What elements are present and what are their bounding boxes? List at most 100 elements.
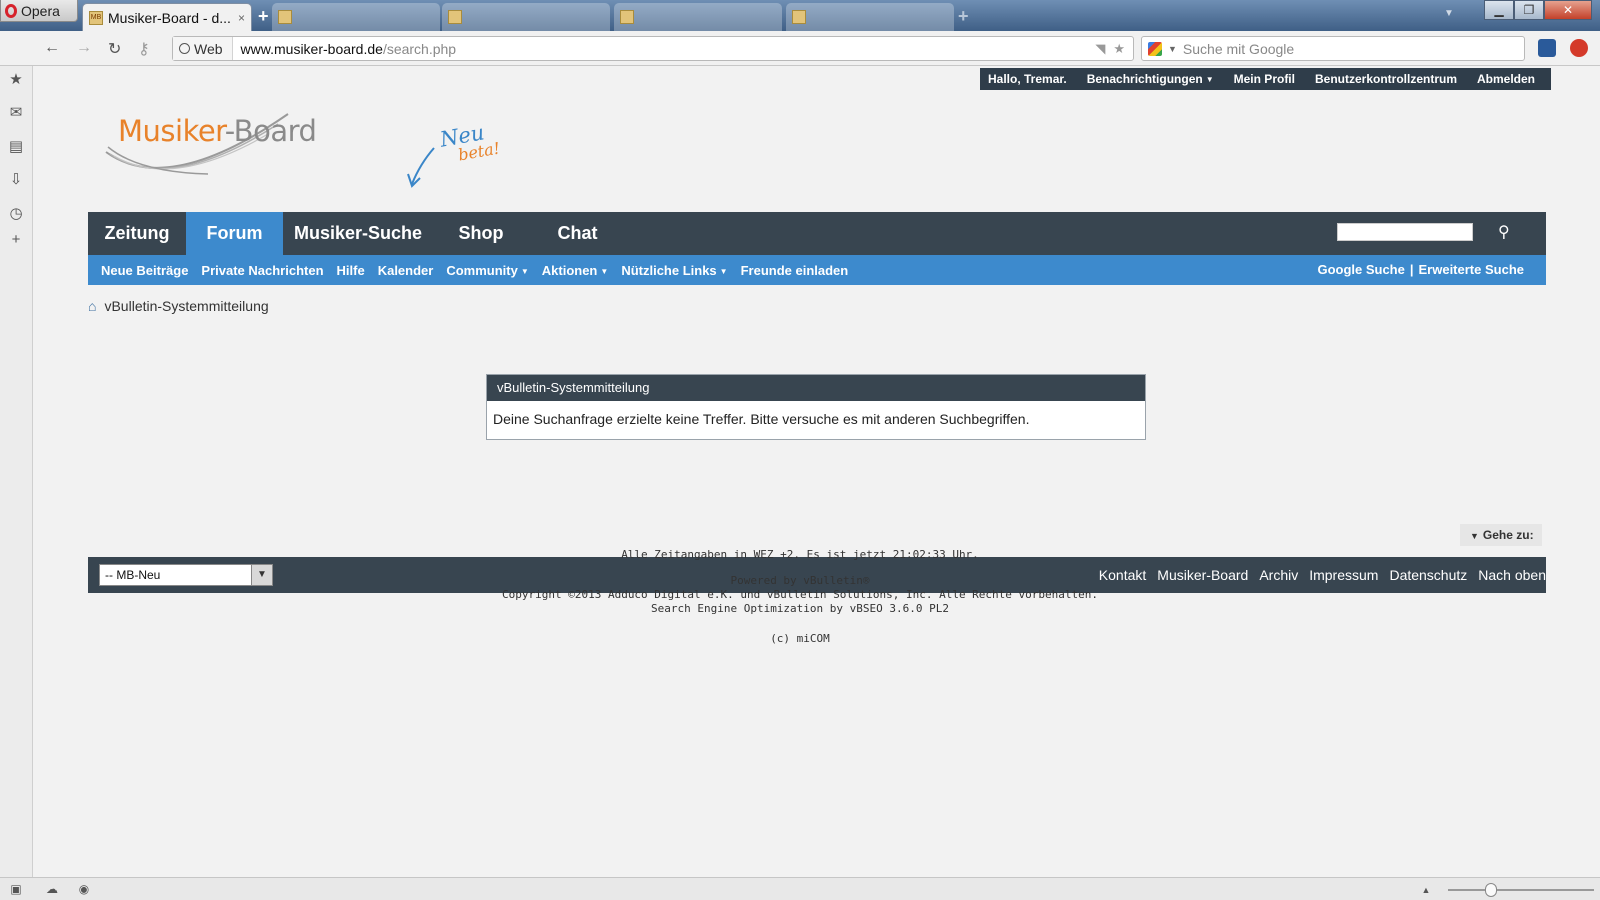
search-engine-dropdown-icon[interactable]: ▼ xyxy=(1168,44,1177,54)
caret-down-icon: ▼ xyxy=(1470,531,1479,541)
web-search-placeholder: Suche mit Google xyxy=(1182,40,1295,57)
cloud-icon[interactable]: ☁ xyxy=(44,881,60,897)
window-controls: ▁ ❐ ✕ xyxy=(1484,0,1592,20)
url-text[interactable]: www.musiker-board.de/search.php xyxy=(233,41,1096,57)
logout-link[interactable]: Abmelden xyxy=(1477,72,1535,86)
downloads-icon[interactable]: ⇩ xyxy=(8,172,24,188)
subnav-aktionen-label: Aktionen xyxy=(541,262,598,278)
main-navigation: Zeitung Forum Musiker-Suche Shop Chat ⚲ xyxy=(88,212,1546,255)
close-tab-icon[interactable]: × xyxy=(238,11,245,25)
subnav-community-label: Community xyxy=(446,262,518,278)
tab-list-dropdown-icon[interactable]: ▼ xyxy=(1444,8,1454,19)
musikerboard-favicon-icon: MB xyxy=(89,10,103,25)
tab-favicon-icon xyxy=(278,10,292,24)
browser-sidebar: ★ ✉ ▤ ⇩ ◷ + xyxy=(0,66,33,877)
subnav-neue-beitraege[interactable]: Neue Beiträge xyxy=(101,263,188,278)
musikerboard-logo[interactable]: Musiker-Board xyxy=(98,102,348,192)
beta-badge: Neu beta! xyxy=(406,120,516,192)
sub-navigation: Neue Beiträge Private Nachrichten Hilfe … xyxy=(88,255,1546,285)
opera-menu-button[interactable]: Opera xyxy=(0,0,78,22)
subnav-hilfe[interactable]: Hilfe xyxy=(337,263,365,278)
zoom-up-icon[interactable]: ▲ xyxy=(1418,882,1434,898)
time-info: Alle Zeitangaben in WEZ +2. Es ist jetzt… xyxy=(621,548,979,561)
forward-icon[interactable]: → xyxy=(76,39,92,57)
powered-by: Powered by vBulletin® xyxy=(730,574,870,587)
url-path: /search.php xyxy=(382,40,457,57)
web-search-field[interactable]: ▼ Suche mit Google xyxy=(1141,36,1525,61)
goto-label: Gehe zu: xyxy=(1482,528,1534,542)
system-message-text: Deine Suchanfrage erzielte keine Treffer… xyxy=(493,411,1030,427)
google-icon[interactable] xyxy=(1148,41,1162,56)
arrow-icon xyxy=(407,147,435,188)
history-clock-icon[interactable]: ◷ xyxy=(8,206,24,222)
key-icon[interactable]: ⚷ xyxy=(138,39,150,59)
subnav-nuetzliche-links[interactable]: Nützliche Links ▼ xyxy=(621,263,727,278)
subnav-aktionen[interactable]: Aktionen ▼ xyxy=(542,263,609,278)
tab-favicon-icon xyxy=(792,10,806,24)
rss-icon[interactable]: ◥ xyxy=(1095,41,1105,57)
nav-zeitung[interactable]: Zeitung xyxy=(88,212,186,255)
google-search-link[interactable]: Google Suche xyxy=(1317,255,1404,285)
advanced-search-link[interactable]: Erweiterte Suche xyxy=(1419,255,1525,285)
my-profile-link[interactable]: Mein Profil xyxy=(1234,72,1295,86)
tab-inactive[interactable] xyxy=(614,3,782,31)
user-bar: Hallo, Tremar. Benachrichtigungen ▼ Mein … xyxy=(980,68,1552,90)
subnav-kalender[interactable]: Kalender xyxy=(378,263,434,278)
window-close-icon[interactable]: ✕ xyxy=(1544,0,1592,20)
caret-down-icon: ▼ xyxy=(719,266,728,276)
nav-chat[interactable]: Chat xyxy=(529,212,626,255)
maximize-icon[interactable]: ❐ xyxy=(1514,0,1544,20)
extension-icon[interactable] xyxy=(1538,39,1556,57)
tab-inactive[interactable] xyxy=(786,3,954,31)
panel-toggle-icon[interactable]: ▣ xyxy=(8,881,24,897)
subnav-private-nachrichten[interactable]: Private Nachrichten xyxy=(201,263,323,278)
subnav-freunde-einladen[interactable]: Freunde einladen xyxy=(741,263,849,278)
caret-down-icon: ▼ xyxy=(600,266,609,276)
copyright: Copyright ©2013 Adduco Digital e.K. und … xyxy=(501,588,1099,601)
notifications-menu[interactable]: Benachrichtigungen ▼ xyxy=(1087,72,1214,86)
new-tab-button[interactable]: + xyxy=(258,6,269,27)
bookmark-star-icon[interactable]: ★ xyxy=(1113,41,1125,57)
new-tab-icon[interactable]: + xyxy=(958,6,969,27)
site-info-badge[interactable]: Web xyxy=(173,37,233,60)
home-icon[interactable]: ⌂ xyxy=(88,298,96,314)
search-icon[interactable]: ⚲ xyxy=(1498,222,1510,242)
micom-credit: (c) miCOM xyxy=(770,632,830,645)
opera-menu-label: Opera xyxy=(21,2,60,19)
notes-icon[interactable]: ▤ xyxy=(8,139,24,155)
nav-forum[interactable]: Forum xyxy=(186,212,283,255)
forum-search-input[interactable] xyxy=(1337,223,1473,241)
zoom-slider-handle[interactable] xyxy=(1485,883,1497,897)
nav-musiker-suche[interactable]: Musiker-Suche xyxy=(283,212,433,255)
tab-inactive[interactable] xyxy=(442,3,610,31)
page-credits: Alle Zeitangaben in WEZ +2. Es ist jetzt… xyxy=(0,548,1600,646)
opera-logo-icon xyxy=(5,3,17,18)
back-icon[interactable]: ← xyxy=(44,39,60,57)
adblock-icon[interactable] xyxy=(1570,39,1588,57)
user-greeting[interactable]: Hallo, Tremar. xyxy=(988,72,1067,86)
bookmarks-star-icon[interactable]: ★ xyxy=(8,72,24,88)
tab-active[interactable]: MB Musiker-Board - d... × xyxy=(82,3,252,31)
speed-dial-icon[interactable]: ◉ xyxy=(76,881,92,897)
usercp-link[interactable]: Benutzerkontrollzentrum xyxy=(1315,72,1457,86)
mail-icon[interactable]: ✉ xyxy=(8,105,24,121)
tab-favicon-icon xyxy=(448,10,462,24)
minimize-icon[interactable]: ▁ xyxy=(1484,0,1514,20)
globe-icon xyxy=(179,43,190,54)
address-bar[interactable]: Web www.musiker-board.de/search.php ◥ ★ xyxy=(172,36,1134,61)
breadcrumb: ⌂ vBulletin-Systemmitteilung xyxy=(88,298,269,314)
nav-shop[interactable]: Shop xyxy=(433,212,529,255)
seo-credit: Search Engine Optimization by vBSEO 3.6.… xyxy=(650,602,949,615)
subnav-community[interactable]: Community ▼ xyxy=(446,263,528,278)
add-panel-icon[interactable]: + xyxy=(8,232,24,248)
logo-text-musiker: Musiker xyxy=(118,114,225,148)
goto-button[interactable]: ▼ Gehe zu: xyxy=(1460,524,1542,546)
caret-down-icon: ▼ xyxy=(520,266,529,276)
web-page: Hallo, Tremar. Benachrichtigungen ▼ Mein … xyxy=(34,66,1600,877)
reload-icon[interactable]: ↻ xyxy=(108,39,121,59)
address-toolbar: ← → ↻ ⚷ Web www.musiker-board.de/search.… xyxy=(0,31,1600,66)
tab-favicon-icon xyxy=(620,10,634,24)
zoom-slider[interactable] xyxy=(1448,889,1594,891)
notifications-label: Benachrichtigungen xyxy=(1086,72,1203,86)
tab-inactive[interactable] xyxy=(272,3,440,31)
